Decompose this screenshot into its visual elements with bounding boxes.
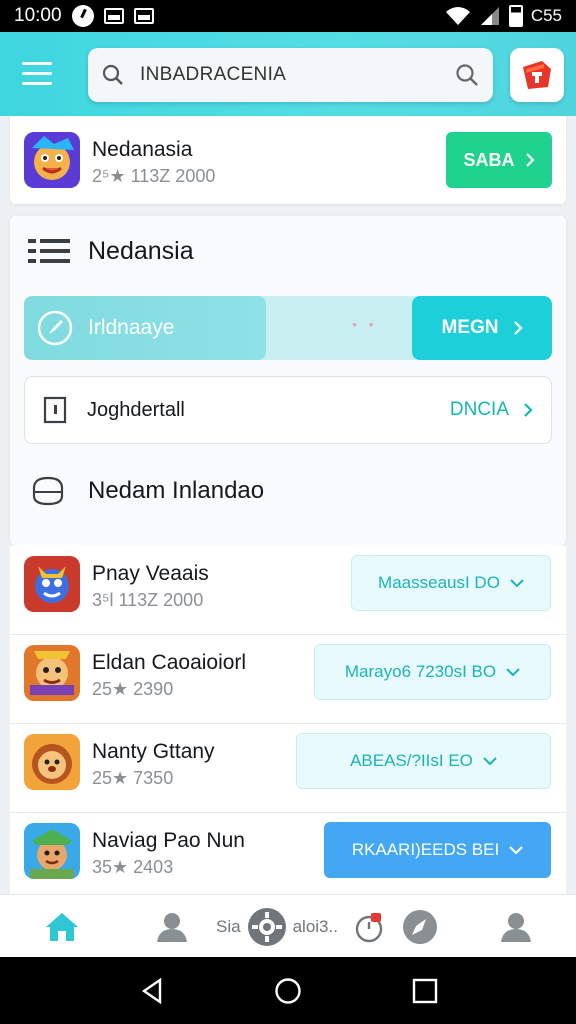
back-icon[interactable] <box>138 977 166 1005</box>
section-card: Nedansia Irldnaaye • • MEGN Joghdertall … <box>10 216 566 546</box>
list-icon <box>28 239 70 263</box>
image-notification-icon <box>133 8 154 24</box>
nav-home[interactable] <box>42 907 82 947</box>
app-icon <box>24 645 80 701</box>
promo-indicator: • • <box>352 316 378 332</box>
detail-link[interactable]: DNCIA <box>450 399 533 421</box>
gear-icon <box>247 908 286 946</box>
rocket-icon <box>403 910 437 944</box>
nav-explore[interactable] <box>400 907 440 947</box>
app-icon <box>24 734 80 790</box>
app-name: Pnay Veaais <box>92 562 209 585</box>
chevron-right-icon <box>513 321 523 335</box>
signal-icon <box>480 7 499 25</box>
compass-icon <box>37 310 73 346</box>
chevron-down-icon <box>509 846 523 855</box>
battery-text: C55 <box>530 6 562 25</box>
app-action-button[interactable]: ABEAS/?IIsI EO <box>296 733 551 789</box>
chevron-down-icon <box>483 757 497 766</box>
chevron-down-icon <box>510 579 524 588</box>
promo-button-label: MEGN <box>441 317 499 338</box>
app-action-label: Marayo6 7230sI BO <box>344 662 497 681</box>
store-icon <box>523 61 551 89</box>
home-icon <box>46 913 78 941</box>
subsection-title: Nedam Inlandao <box>88 477 265 504</box>
app-meta: 35★ 2403 <box>92 857 174 877</box>
app-meta: 25★ 2390 <box>92 679 174 699</box>
app-list: Pnay Veaais 3⁵l 113Z 2000 MaasseausI DO … <box>10 546 566 894</box>
nav-center[interactable]: Sia aloi3.. <box>202 907 352 947</box>
search-icon <box>102 64 123 85</box>
nav-timer[interactable] <box>352 907 386 947</box>
status-time: 10:00 <box>14 5 62 26</box>
wifi-icon <box>445 7 470 25</box>
featured-app-button-label: SABA <box>463 149 515 170</box>
section-title: Nedansia <box>88 236 194 265</box>
featured-app-meta: 2⁵★ 113Z 2000 <box>92 166 216 186</box>
list-item[interactable]: Naviag Pao Nun 35★ 2403 RKAARI)EEDS BEI <box>10 813 566 902</box>
nav-account[interactable] <box>496 907 536 947</box>
featured-app-name: Nedanasia <box>92 138 193 161</box>
top-app-bar: INBADRACENIA <box>0 32 576 116</box>
app-action-label: ABEAS/?IIsI EO <box>350 751 473 770</box>
app-name: Nanty Gttany <box>92 740 215 763</box>
promo-banner[interactable]: Irldnaaye • • MEGN <box>24 296 552 360</box>
nav-label-left: Sia <box>216 917 241 936</box>
app-name: Naviag Pao Nun <box>92 829 245 852</box>
app-meta: 3⁵l 113Z 2000 <box>92 590 204 610</box>
app-meta: 25★ 7350 <box>92 768 174 788</box>
app-action-label: RKAARI)EEDS BEI <box>351 840 500 859</box>
chevron-right-icon <box>525 153 535 167</box>
chevron-right-icon <box>524 403 533 417</box>
featured-app-button[interactable]: SABA <box>446 132 552 188</box>
bottom-navigation: Sia aloi3.. <box>0 894 576 957</box>
detail-label: Joghdertall <box>87 398 185 421</box>
promo-label: Irldnaaye <box>88 316 175 339</box>
nav-profile[interactable] <box>152 907 192 947</box>
detail-row[interactable]: Joghdertall DNCIA <box>24 376 552 444</box>
app-action-label: MaasseausI DO <box>378 573 500 592</box>
subsection-header: Nedam Inlandao <box>28 474 264 508</box>
search-input[interactable]: INBADRACENIA <box>88 48 493 102</box>
section-header: Nedansia <box>28 236 194 266</box>
list-item[interactable]: Nanty Gttany 25★ 7350 ABEAS/?IIsI EO <box>10 724 566 813</box>
notification-icon <box>103 8 124 24</box>
system-navigation-bar <box>0 957 576 1024</box>
menu-icon[interactable] <box>22 62 52 86</box>
featured-app-icon <box>24 132 80 188</box>
status-bar: 10:00 C55 <box>0 0 576 32</box>
nav-label-right: aloi3.. <box>292 917 338 936</box>
store-button[interactable] <box>510 48 564 102</box>
list-item[interactable]: Eldan Caoaioiorl 25★ 2390 Marayo6 7230sI… <box>10 635 566 724</box>
promo-button[interactable]: MEGN <box>412 296 552 360</box>
chat-icon <box>32 476 64 506</box>
circle-home-icon[interactable] <box>274 977 302 1005</box>
app-name: Eldan Caoaioiorl <box>92 651 247 674</box>
search-query[interactable]: INBADRACENIA <box>140 64 455 86</box>
app-action-button[interactable]: Marayo6 7230sI BO <box>314 644 551 700</box>
list-item[interactable]: Pnay Veaais 3⁵l 113Z 2000 MaasseausI DO <box>10 546 566 635</box>
app-action-button[interactable]: RKAARI)EEDS BEI <box>324 822 551 878</box>
timer-icon <box>355 913 383 943</box>
door-icon <box>43 396 67 424</box>
app-icon <box>24 556 80 612</box>
person-icon <box>157 913 187 942</box>
chevron-down-icon <box>506 668 520 677</box>
person-icon <box>501 913 531 942</box>
app-icon <box>24 823 80 879</box>
detail-link-label: DNCIA <box>449 399 509 420</box>
battery-icon <box>508 5 523 27</box>
square-recents-icon[interactable] <box>411 977 439 1005</box>
featured-app-card[interactable]: Nedanasia 2⁵★ 113Z 2000 SABA <box>10 116 566 204</box>
promo-label-area: Irldnaaye <box>24 296 266 360</box>
alarm-icon <box>71 5 94 27</box>
search-submit-icon[interactable] <box>455 63 479 87</box>
app-action-button[interactable]: MaasseausI DO <box>351 555 551 611</box>
